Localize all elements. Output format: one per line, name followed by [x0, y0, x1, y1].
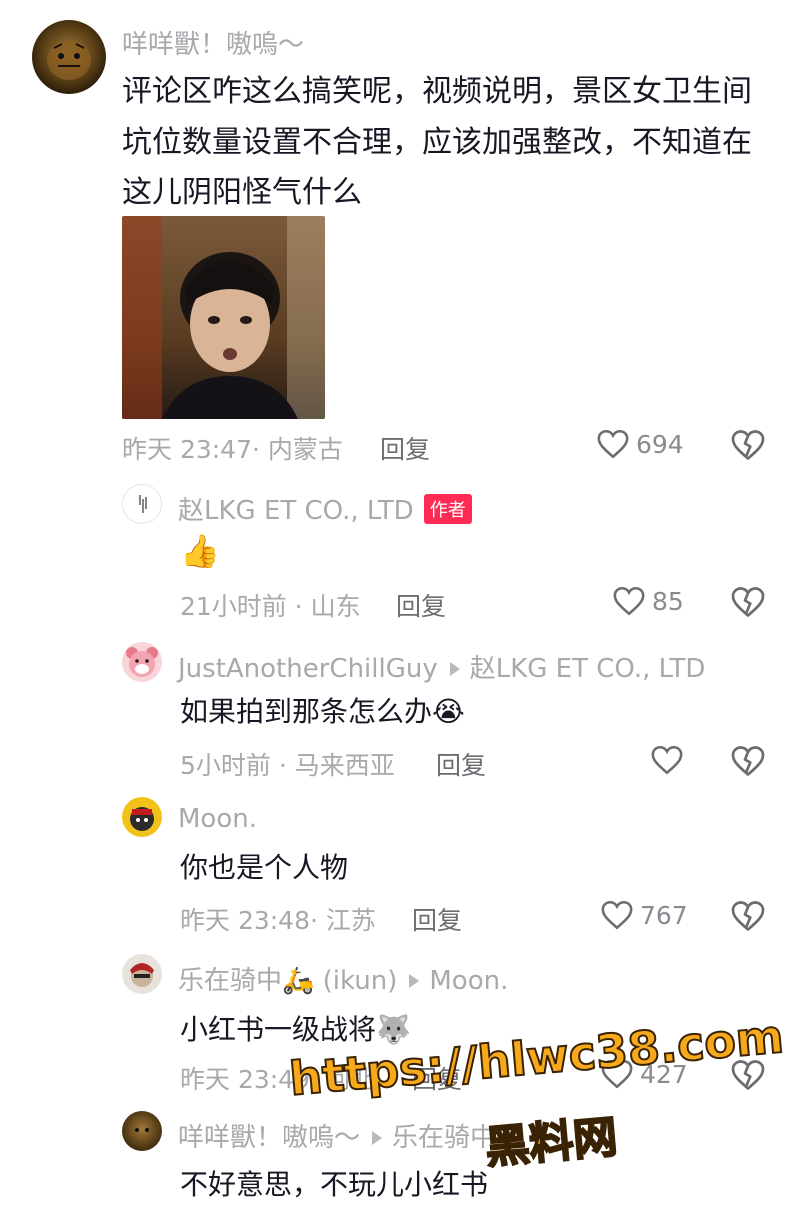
comment-text: 小红书一级战将🐺 [180, 1013, 411, 1046]
avatar-image [139, 495, 147, 513]
username-text: 咩咩獸！嗷嗚～ [178, 1123, 361, 1153]
avatar[interactable] [32, 20, 106, 94]
username-text: 赵LKG ET CO., LTD [178, 496, 414, 526]
reply-to-username[interactable]: Moon. [429, 966, 508, 996]
tiger-avatar-image [47, 40, 91, 80]
avatar[interactable] [122, 797, 162, 837]
reply-arrow-icon [409, 974, 420, 988]
comment-username[interactable]: 赵LKG ET CO., LTD 作者 [178, 490, 472, 527]
comment-username[interactable]: 咩咩獸！嗷嗚～ [122, 24, 304, 61]
comment-time-location: 21小时前 · 山东 [180, 592, 361, 621]
reply-item: 咩咩獸！嗷嗚～ 乐在骑中 不好意思，不玩儿小红书 [0, 1105, 800, 1215]
bear-avatar-image [126, 647, 158, 677]
dislike-button[interactable] [730, 899, 766, 937]
comment-time-location: 昨天 23:47· 内蒙古 [122, 435, 343, 464]
comment-text-line: 坑位数量设置不合理，应该加强整改，不知道在 [122, 125, 752, 160]
username-text: JustAnotherChillGuy [178, 654, 438, 684]
comment-username[interactable]: JustAnotherChillGuy 赵LKG ET CO., LTD [178, 648, 705, 685]
comment-image[interactable] [122, 216, 325, 419]
like-count: 767 [640, 900, 688, 930]
like-button[interactable]: 85 [612, 585, 684, 617]
comment-time-location: 5小时前 · 马来西亚 [180, 751, 395, 780]
reply-item: 赵LKG ET CO., LTD 作者 👍 21小时前 · 山东 回复 85 [0, 480, 800, 640]
like-button[interactable]: 767 [600, 899, 688, 931]
watermark-label: 黑料网 [482, 1111, 620, 1175]
like-count: 694 [636, 429, 684, 459]
like-button[interactable]: 694 [596, 428, 684, 460]
avatar[interactable] [122, 484, 162, 524]
comment-username[interactable]: 咩咩獸！嗷嗚～ 乐在骑中 [178, 1117, 496, 1154]
broken-heart-icon [731, 430, 765, 460]
reply-item: JustAnotherChillGuy 赵LKG ET CO., LTD 如果拍到… [0, 640, 800, 790]
tiger-avatar-image [135, 1128, 149, 1132]
comment-text: 不好意思，不玩儿小红书 [180, 1168, 489, 1201]
reply-button[interactable]: 回复 [380, 430, 430, 466]
username-text: 乐在骑中🛵 (ikun) [178, 966, 398, 996]
heart-icon [613, 586, 645, 616]
comment-time-location: 昨天 23:48· 江苏 [180, 906, 376, 935]
reply-arrow-icon [372, 1131, 383, 1145]
author-badge: 作者 [423, 494, 472, 524]
heart-icon [597, 429, 629, 459]
dislike-button[interactable] [730, 744, 766, 782]
avatar-image [130, 963, 154, 987]
like-button[interactable] [650, 744, 684, 776]
comment-text: 你也是个人物 [180, 851, 349, 884]
reply-to-username[interactable]: 乐在骑中 [392, 1123, 496, 1153]
reply-button[interactable]: 回复 [436, 746, 486, 782]
reply-to-username[interactable]: 赵LKG ET CO., LTD [470, 654, 706, 684]
comment-username[interactable]: 乐在骑中🛵 (ikun) Moon. [178, 960, 508, 997]
comment-text-line: 评论区咋这么搞笑呢，视频说明，景区女卫生间 [122, 74, 752, 109]
avatar[interactable] [122, 642, 162, 682]
comment-item: 咩咩獸！嗷嗚～ 评论区咋这么搞笑呢，视频说明，景区女卫生间 坑位数量设置不合理，… [0, 0, 800, 480]
comment-text-line: 这儿阴阳怪气什么 [122, 175, 362, 210]
broken-heart-icon [731, 901, 765, 931]
avatar[interactable] [122, 954, 162, 994]
like-count: 85 [652, 586, 684, 616]
reply-button[interactable]: 回复 [412, 901, 462, 937]
comment-username[interactable]: Moon. [178, 804, 257, 834]
reply-button[interactable]: 回复 [396, 587, 446, 623]
avatar-image [130, 807, 154, 831]
reply-item: Moon. 你也是个人物 昨天 23:48· 江苏 回复 767 [0, 795, 800, 950]
meme-face-image [122, 216, 325, 419]
comment-text: 如果拍到那条怎么办😭 [180, 695, 465, 728]
heart-icon [651, 745, 683, 775]
dislike-button[interactable] [730, 428, 766, 466]
comment-text: 👍 [180, 532, 220, 570]
broken-heart-icon [731, 746, 765, 776]
dislike-button[interactable] [730, 585, 766, 623]
heart-icon [601, 900, 633, 930]
avatar[interactable] [122, 1111, 162, 1151]
broken-heart-icon [731, 587, 765, 617]
reply-arrow-icon [449, 662, 460, 676]
